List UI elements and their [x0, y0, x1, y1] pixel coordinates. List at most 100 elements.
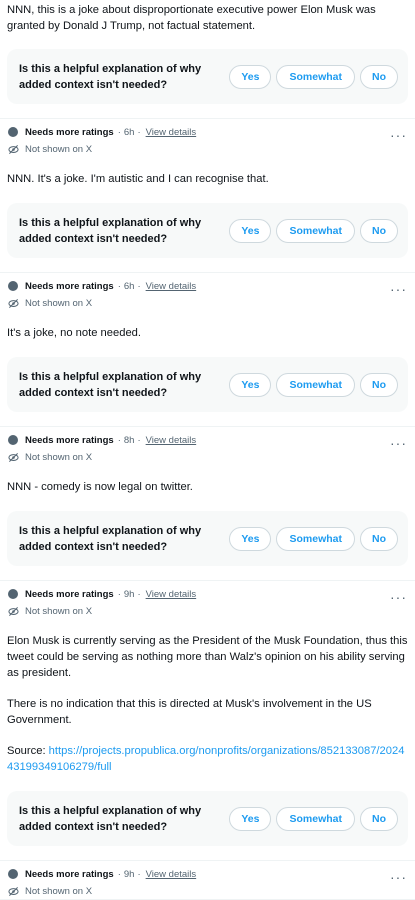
somewhat-button[interactable]: Somewhat	[276, 64, 355, 89]
eye-off-icon	[8, 886, 19, 896]
separator: ·	[117, 868, 121, 880]
more-options-icon[interactable]: ···	[390, 127, 407, 143]
helpful-question: Is this a helpful explanation of why add…	[19, 216, 202, 245]
view-details-link[interactable]: View details	[146, 589, 197, 600]
helpful-prompt: Is this a helpful explanation of why add…	[7, 791, 408, 846]
helpful-question: Is this a helpful explanation of why add…	[19, 62, 202, 91]
note-body: NNN - comedy is now legal on twitter.	[7, 479, 408, 495]
more-options-icon[interactable]: ···	[390, 281, 407, 297]
rating-buttons: Yes Somewhat No	[229, 526, 398, 551]
helpful-prompt: Is this a helpful explanation of why add…	[7, 357, 408, 412]
not-shown-label: Not shown on X	[25, 451, 93, 463]
not-shown-indicator: Not shown on X	[7, 603, 408, 619]
yes-button[interactable]: Yes	[229, 526, 272, 551]
note-text: It's a joke, no note needed.	[7, 327, 141, 339]
more-options-icon[interactable]: ···	[390, 589, 407, 605]
separator: ·	[137, 868, 141, 880]
separator: ·	[117, 588, 121, 600]
status-dot-icon	[8, 589, 18, 599]
yes-button[interactable]: Yes	[229, 64, 272, 89]
source-link[interactable]: https://projects.propublica.org/nonprofi…	[7, 745, 404, 773]
note-meta: Needs more ratings · 6h · View details	[7, 273, 408, 295]
not-shown-label: Not shown on X	[25, 605, 93, 617]
source-label: Source:	[7, 745, 49, 757]
note-meta: Needs more ratings · 6h · View details	[7, 119, 408, 141]
somewhat-button[interactable]: Somewhat	[276, 218, 355, 243]
separator: ·	[137, 434, 141, 446]
note-card: NNN, this is a joke about disproportiona…	[0, 2, 415, 119]
view-details-link[interactable]: View details	[146, 127, 197, 138]
status-dot-icon	[8, 869, 18, 879]
not-shown-label: Not shown on X	[25, 297, 93, 309]
not-shown-label: Not shown on X	[25, 143, 93, 155]
view-details-link[interactable]: View details	[146, 435, 197, 446]
no-button[interactable]: No	[360, 526, 398, 551]
no-button[interactable]: No	[360, 218, 398, 243]
yes-button[interactable]: Yes	[229, 218, 272, 243]
rating-buttons: Yes Somewhat No	[229, 218, 398, 243]
note-text: NNN, this is a joke about disproportiona…	[7, 4, 376, 32]
status-dot-icon	[8, 127, 18, 137]
more-options-icon[interactable]: ···	[390, 869, 407, 885]
helpful-question: Is this a helpful explanation of why add…	[19, 804, 202, 833]
helpful-question: Is this a helpful explanation of why add…	[19, 524, 202, 553]
yes-button[interactable]: Yes	[229, 806, 272, 831]
status-dot-icon	[8, 435, 18, 445]
timestamp: 6h	[123, 280, 135, 292]
note-text: NNN - comedy is now legal on twitter.	[7, 481, 193, 493]
note-source: Source: https://projects.propublica.org/…	[7, 743, 408, 775]
no-button[interactable]: No	[360, 806, 398, 831]
note-meta: Needs more ratings · 8h · View details	[7, 427, 408, 449]
status-label: Needs more ratings	[25, 126, 114, 138]
no-button[interactable]: No	[360, 372, 398, 397]
separator: ·	[137, 126, 141, 138]
status-label: Needs more ratings	[25, 868, 114, 880]
timestamp: 9h	[123, 868, 135, 880]
separator: ·	[117, 434, 121, 446]
status-label: Needs more ratings	[25, 434, 114, 446]
note-card: Needs more ratings · 6h · View details ·…	[0, 273, 415, 427]
helpful-question: Is this a helpful explanation of why add…	[19, 370, 202, 399]
eye-off-icon	[8, 452, 19, 462]
status-dot-icon	[8, 281, 18, 291]
eye-off-icon	[8, 298, 19, 308]
helpful-prompt: Is this a helpful explanation of why add…	[7, 203, 408, 258]
note-body: NNN. It's a joke. I'm autistic and I can…	[7, 171, 408, 187]
note-text: Elon Musk is currently serving as the Pr…	[7, 635, 408, 679]
view-details-link[interactable]: View details	[146, 869, 197, 880]
helpful-prompt: Is this a helpful explanation of why add…	[7, 49, 408, 104]
somewhat-button[interactable]: Somewhat	[276, 526, 355, 551]
note-body: It's a joke, no note needed.	[7, 325, 408, 341]
view-details-link[interactable]: View details	[146, 281, 197, 292]
not-shown-indicator: Not shown on X	[7, 141, 408, 157]
timestamp: 8h	[123, 434, 135, 446]
community-notes-feed: NNN, this is a joke about disproportiona…	[0, 2, 415, 900]
no-button[interactable]: No	[360, 64, 398, 89]
separator: ·	[137, 588, 141, 600]
status-label: Needs more ratings	[25, 280, 114, 292]
more-options-icon[interactable]: ···	[390, 435, 407, 451]
not-shown-indicator: Not shown on X	[7, 295, 408, 311]
note-meta: Needs more ratings · 9h · View details	[7, 861, 408, 883]
note-card: Needs more ratings · 9h · View details ·…	[0, 581, 415, 861]
note-meta: Needs more ratings · 9h · View details	[7, 581, 408, 603]
eye-off-icon	[8, 144, 19, 154]
note-card: Needs more ratings · 6h · View details ·…	[0, 119, 415, 273]
yes-button[interactable]: Yes	[229, 372, 272, 397]
timestamp: 6h	[123, 126, 135, 138]
rating-buttons: Yes Somewhat No	[229, 64, 398, 89]
separator: ·	[137, 280, 141, 292]
eye-off-icon	[8, 606, 19, 616]
timestamp: 9h	[123, 588, 135, 600]
rating-buttons: Yes Somewhat No	[229, 372, 398, 397]
note-body: NNN, this is a joke about disproportiona…	[7, 2, 408, 34]
helpful-prompt: Is this a helpful explanation of why add…	[7, 511, 408, 566]
somewhat-button[interactable]: Somewhat	[276, 806, 355, 831]
not-shown-label: Not shown on X	[25, 885, 93, 897]
note-card: Needs more ratings · 9h · View details ·…	[0, 861, 415, 900]
somewhat-button[interactable]: Somewhat	[276, 372, 355, 397]
note-card: Needs more ratings · 8h · View details ·…	[0, 427, 415, 581]
note-text: NNN. It's a joke. I'm autistic and I can…	[7, 173, 269, 185]
separator: ·	[117, 280, 121, 292]
rating-buttons: Yes Somewhat No	[229, 806, 398, 831]
